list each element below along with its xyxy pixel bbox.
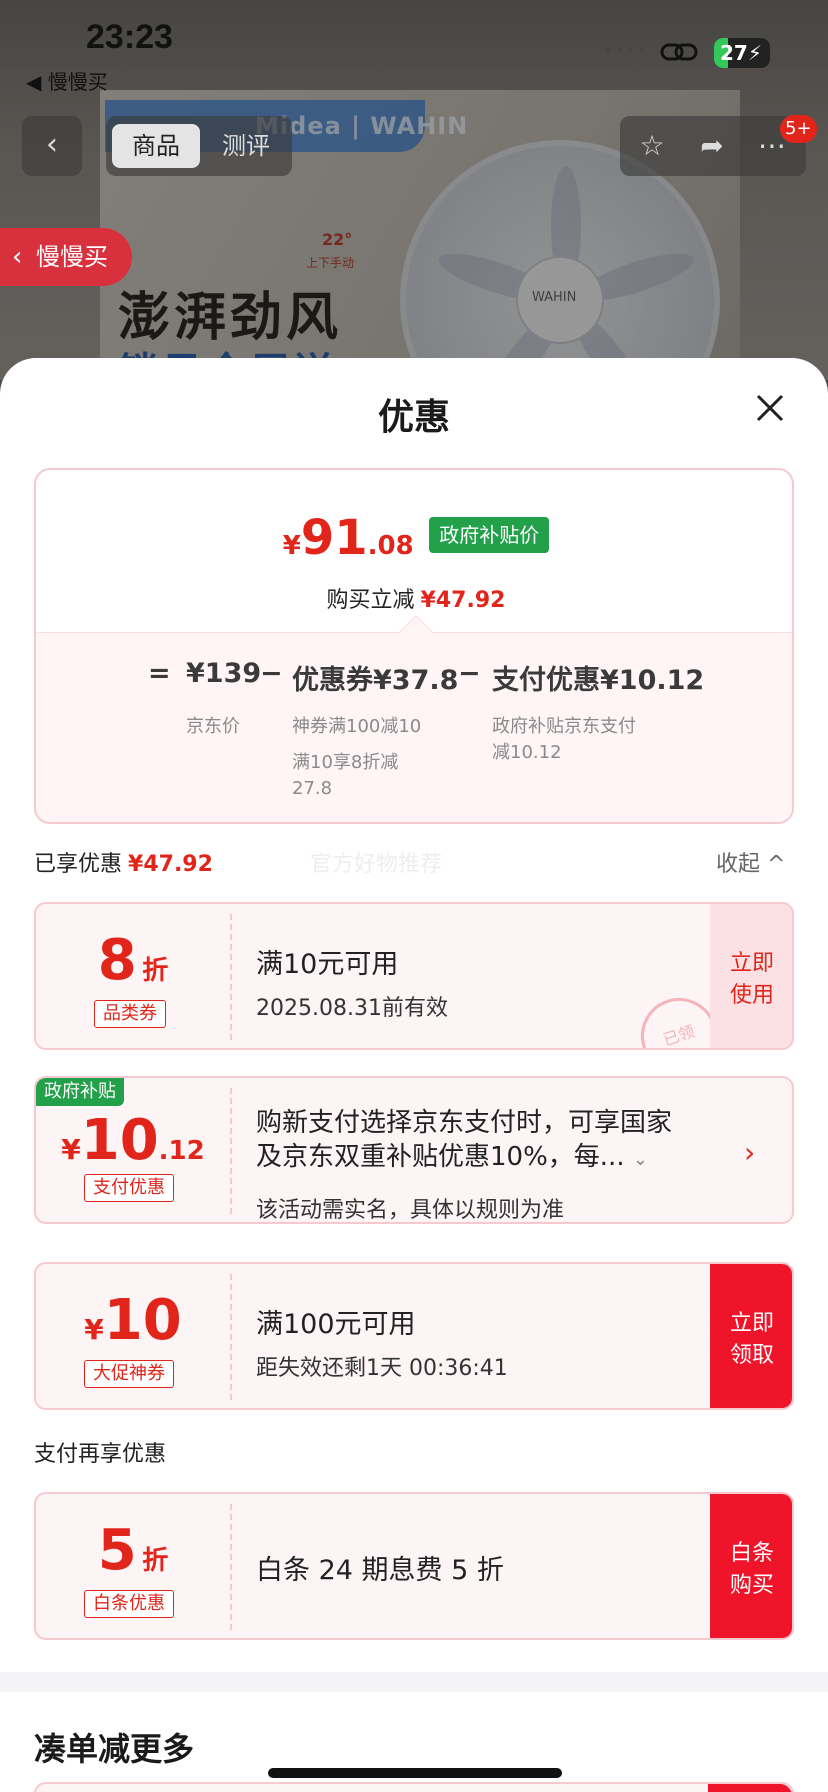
baitiao-offer: 白条 24 期息费 5 折 (256, 1555, 504, 1586)
section-divider (0, 1672, 828, 1692)
jd-price-label: 京东价 (186, 716, 240, 737)
link-icon (660, 43, 698, 61)
discount-sheet: 优惠 ¥91.08 政府补贴价 购买立减 ¥47.92 = ¥139 − 优惠券¥… (0, 358, 828, 1792)
cart-badge: 5+ (780, 115, 817, 143)
instant-reduction: 购买立减 ¥47.92 (326, 588, 506, 613)
price-summary-card: ¥91.08 政府补贴价 购买立减 ¥47.92 = ¥139 − 优惠券¥37.… (34, 468, 794, 824)
coupon-value: ¥10.12 (61, 1108, 205, 1173)
gov-subsidy-price-tag: 政府补贴价 (429, 517, 550, 553)
slow-buy-button[interactable]: ‹ 慢慢买 (0, 228, 132, 286)
enjoyed-discount: 已享优惠 ¥47.92 (34, 852, 213, 877)
payment-description: 购新支付选择京东支付时，可享国家 及京东双重补贴优惠10%，每... ⌄ (256, 1108, 673, 1172)
more-savings-title: 凑单减更多 (34, 1730, 195, 1768)
equals-sign: = (148, 658, 171, 689)
star-icon[interactable]: ☆ (632, 126, 672, 166)
chevron-left-icon: ‹ (46, 127, 58, 162)
nav-actions: ☆ ➦ ⋯ (620, 116, 806, 176)
chevron-right-icon[interactable]: › (744, 1136, 755, 1169)
payment-note: 该活动需实名，具体以规则为准 (256, 1198, 565, 1223)
coupon-detail: 神券满100减10 (292, 716, 422, 737)
battery-level: 27 (720, 41, 748, 65)
coupon-type-tag: 大促神券 (84, 1360, 174, 1388)
close-icon[interactable] (748, 386, 792, 430)
gov-subsidy-tag: 政府补贴 (36, 1078, 124, 1106)
coupon-condition: 满100元可用 (256, 1309, 416, 1340)
more-coupon-card[interactable] (34, 1782, 794, 1792)
coupon-card: ¥10 大促神券 满100元可用 距失效还剩1天 00:36:41 立即 领取 (34, 1262, 794, 1410)
baitiao-card: 5 折 白条优惠 白条 24 期息费 5 折 白条 购买 (34, 1492, 794, 1640)
coupon-countdown: 距失效还剩1天 00:36:41 (256, 1356, 508, 1381)
status-time: 23:23 (86, 18, 173, 56)
jd-price: ¥139 (186, 658, 262, 689)
collapse-button[interactable]: 收起 ^ (716, 846, 785, 878)
minus-sign: − (458, 658, 481, 689)
home-indicator[interactable] (268, 1768, 562, 1778)
battery-icon: 27⚡ (714, 38, 770, 68)
chevron-down-icon[interactable]: ⌄ (633, 1149, 648, 1170)
nav-tabs: 商品 测评 (106, 116, 292, 176)
sheet-title: 优惠 (377, 397, 450, 438)
payment-discount-card[interactable]: 政府补贴 ¥10.12 支付优惠 购新支付选择京东支付时，可享国家 及京东双重补… (34, 1076, 794, 1224)
payment-discount-total: 支付优惠¥10.12 (492, 665, 705, 696)
slow-buy-label: 慢慢买 (36, 243, 108, 271)
coupon-card: 8 折 品类券 满10元可用 2025.08.31前有效 已领 立即 使用 (34, 902, 794, 1050)
tab-review[interactable]: 测评 (202, 124, 290, 168)
share-icon[interactable]: ➦ (692, 126, 732, 166)
payment-detail: 政府补贴京东支付 (492, 716, 636, 737)
coupon-type-tag: 支付优惠 (84, 1174, 174, 1202)
tab-product[interactable]: 商品 (112, 124, 200, 168)
baitiao-buy-button[interactable]: 白条 购买 (710, 1494, 792, 1638)
coupon-type-tag: 白条优惠 (84, 1590, 174, 1618)
use-now-button[interactable]: 立即 使用 (710, 904, 792, 1048)
coupon-total: 优惠券¥37.8 (292, 665, 459, 696)
coupon-value: ¥10 (84, 1288, 182, 1353)
pay-section-label: 支付再享优惠 (34, 1442, 167, 1467)
signal-icon: •••• (604, 42, 650, 58)
minus-sign: − (260, 658, 283, 689)
coupon-expiry: 2025.08.31前有效 (256, 996, 448, 1021)
nav-back-button[interactable]: ‹ (22, 116, 82, 176)
chevron-left-icon: ‹ (12, 242, 23, 272)
coupon-detail: 满10享8折减 (292, 752, 399, 773)
coupon-value: 8 折 (97, 928, 169, 993)
coupon-value: 5 折 (97, 1518, 169, 1583)
coupon-detail: 27.8 (292, 778, 333, 799)
back-to-app-link[interactable]: ◀ 慢慢买 (26, 66, 108, 95)
coupon-condition: 满10元可用 (256, 949, 399, 980)
modal-dim-overlay[interactable] (0, 0, 828, 380)
payment-detail: 减10.12 (492, 742, 562, 763)
claim-now-button[interactable]: 立即 领取 (710, 1264, 792, 1408)
final-price: ¥91.08 政府补贴价 (36, 510, 792, 566)
product-page-backdrop: Midea | WAHIN WAHIN 22° 上下手动 澎湃劲风 锁风全屋送 … (0, 0, 828, 380)
coupon-type-tag: 品类券 (94, 1000, 166, 1028)
watermark-text: 官方好物推荐 (310, 852, 443, 877)
